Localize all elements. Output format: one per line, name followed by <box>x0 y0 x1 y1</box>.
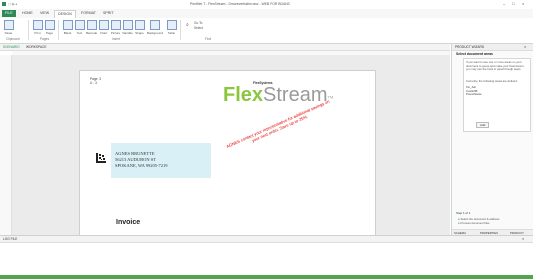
tab-view[interactable]: VIEW <box>37 10 52 17</box>
step-item-label: Process document files <box>460 221 490 225</box>
variable-button[interactable]: Variable <box>122 20 133 35</box>
panel-header: PRODUCT WIZARD × <box>452 44 533 51</box>
paste-icon <box>3 20 14 30</box>
table-button[interactable]: Table <box>166 20 177 35</box>
print-button[interactable]: Print <box>32 20 43 35</box>
app-icon <box>2 2 6 6</box>
minimize-button[interactable]: – <box>503 1 505 6</box>
divider <box>180 20 181 40</box>
group-clipboard: Clipboard <box>6 37 20 41</box>
section-title: Select document areas <box>456 52 493 56</box>
page-header-line2: U - 3 <box>90 81 97 85</box>
window-title: PrintNet T - FlexStream - Dmoreverbatim.… <box>190 2 290 6</box>
log-panel: LOG FILE × <box>0 235 533 280</box>
print-label: Print <box>34 31 41 35</box>
step-label: Step 1 of 1 <box>456 211 471 215</box>
print-icon <box>32 20 43 30</box>
log-panel-header: LOG FILE × <box>0 236 533 243</box>
status-bar <box>0 275 533 279</box>
list-item[interactable]: PromoName <box>466 93 482 97</box>
tab-design[interactable]: DESIGN <box>54 10 76 18</box>
workspace-tab[interactable]: WORKSPACE <box>26 45 46 49</box>
barcode-button[interactable]: Barcode <box>86 20 97 35</box>
document-tab-strip: SCENARIO WORKSPACE <box>0 44 450 51</box>
select-button[interactable]: Select <box>194 26 203 30</box>
datamatrix-code <box>96 153 106 163</box>
chart-button[interactable]: Chart <box>98 20 109 35</box>
text-button[interactable]: Text <box>74 20 85 35</box>
areas-list[interactable]: frm_Adr CustLOB PromoName <box>466 85 482 97</box>
blank-icon <box>62 20 73 30</box>
blank-button[interactable]: Blank <box>62 20 73 35</box>
variable-label: Variable <box>122 31 133 35</box>
page-label: Page <box>45 31 53 35</box>
log-close-icon[interactable]: × <box>522 236 524 241</box>
text-icon <box>74 20 85 30</box>
tab-home[interactable]: HOME <box>19 10 36 17</box>
close-button[interactable]: × <box>522 1 524 6</box>
panel-close-icon[interactable]: × <box>524 44 526 49</box>
group-find: Find <box>205 37 212 41</box>
logo-flex: Flex <box>223 84 264 106</box>
table-label: Table <box>167 31 176 35</box>
blank-label: Blank <box>63 31 72 35</box>
text-label: Text <box>76 31 83 35</box>
title-bar: ▢ ▤ ◂ PrintNet T - FlexStream - Dmorever… <box>0 0 533 9</box>
divider <box>28 20 29 40</box>
shape-button[interactable]: Shape <box>134 20 145 35</box>
go-to-button[interactable]: Go To <box>194 21 202 25</box>
add-button[interactable]: Add <box>476 122 490 128</box>
tab-file[interactable]: FILE <box>2 10 16 17</box>
paste-button[interactable]: Paste <box>3 20 14 35</box>
address-block[interactable]: AGNES BRUNETTE 56213 AUDUBON ST SPOKANE,… <box>111 143 211 178</box>
scenario-tab[interactable]: SCENARIO <box>3 45 20 49</box>
background-icon <box>150 20 160 30</box>
address-line3: SPOKANE, WA 99205-7219 <box>115 163 168 168</box>
wizard-intro: If you want to see one or more areas on … <box>466 60 525 72</box>
areas-label: Currently, the following areas are defin… <box>466 79 518 83</box>
shape-icon <box>134 20 145 30</box>
document-page[interactable]: Page: 3 U - 3 FlexSystems FlexStreamTM A… <box>79 70 376 237</box>
variable-icon <box>122 20 133 30</box>
page-button[interactable]: Page <box>44 20 55 35</box>
barcode-label: Barcode <box>86 31 98 35</box>
group-pages: Pages <box>40 37 50 41</box>
step-item[interactable]: ● Process document files <box>458 221 499 225</box>
background-button[interactable]: Background <box>146 20 164 35</box>
step-list: ● Select the document & address ● Proces… <box>458 217 499 225</box>
find-icon: ⌕ <box>186 22 189 28</box>
picture-button[interactable]: Picture <box>110 20 121 35</box>
page-icon <box>44 20 55 30</box>
chart-label: Chart <box>99 31 108 35</box>
invoice-heading: Invoice <box>116 219 141 226</box>
chart-icon <box>98 20 109 30</box>
wizard-content-box: If you want to see one or more areas on … <box>463 58 531 132</box>
divider <box>58 20 59 40</box>
picture-label: Picture <box>110 31 121 35</box>
table-icon <box>166 20 177 30</box>
quick-access-toolbar[interactable]: ▢ ▤ ◂ <box>8 2 17 6</box>
panel-title: PRODUCT WIZARD <box>455 45 485 49</box>
product-wizard-panel: PRODUCT WIZARD × Select document areas I… <box>451 44 533 236</box>
tab-sprit[interactable]: SPRIT <box>100 10 117 17</box>
shape-label: Shape <box>135 31 144 35</box>
log-panel-title: LOG FILE <box>3 237 18 241</box>
vertical-ruler <box>0 55 12 235</box>
paste-label: Paste <box>4 31 13 35</box>
ribbon: Paste Print Page Blank Text Barcode Char… <box>0 18 533 44</box>
barcode-icon <box>86 20 97 30</box>
maximize-button[interactable]: □ <box>512 1 514 6</box>
tab-format[interactable]: FORMAT <box>78 10 99 17</box>
background-label: Background <box>146 31 163 35</box>
group-insert: Insert <box>112 37 120 41</box>
picture-icon <box>110 20 121 30</box>
